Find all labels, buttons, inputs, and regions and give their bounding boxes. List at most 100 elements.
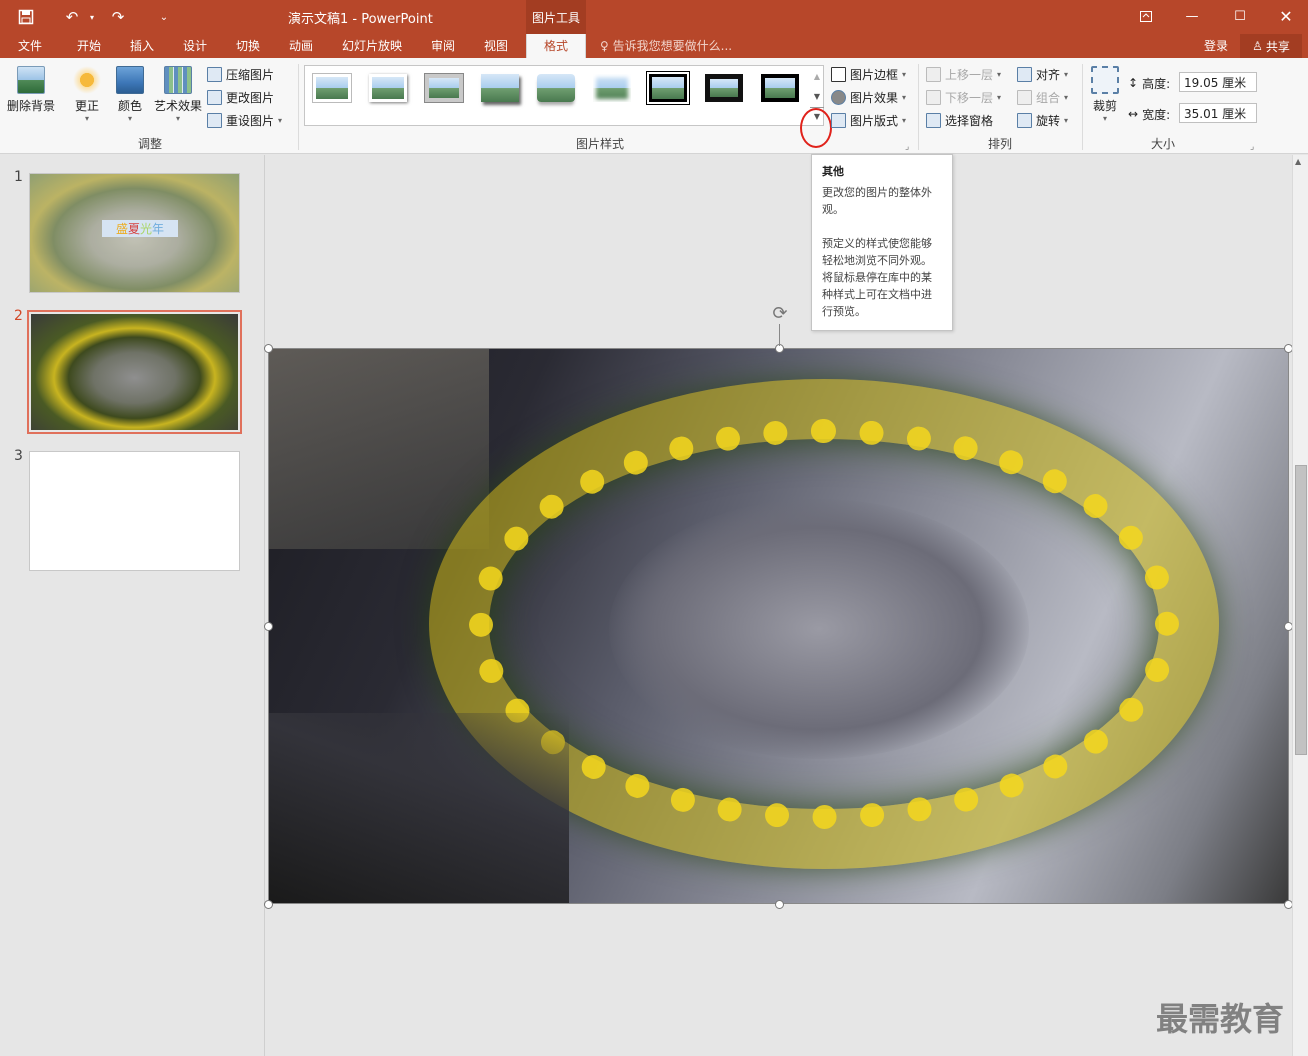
group-divider <box>1082 64 1083 150</box>
selected-picture[interactable] <box>268 348 1289 904</box>
resize-handle-left[interactable] <box>264 622 273 631</box>
tab-insert[interactable]: 插入 <box>130 34 154 58</box>
send-backward-button[interactable]: 下移一层 ▾ <box>926 87 1001 107</box>
tab-design[interactable]: 设计 <box>183 34 207 58</box>
slide-number: 2 <box>14 308 23 324</box>
scrollbar-thumb[interactable] <box>1295 465 1307 755</box>
remove-background-button[interactable]: 删除背景 <box>4 62 58 114</box>
title-char: 光 <box>140 222 153 236</box>
style-thick-matte-black[interactable] <box>702 69 746 107</box>
share-label: 共享 <box>1265 39 1290 54</box>
dialog-launcher-icon[interactable]: ⌟ <box>1250 142 1254 152</box>
login-link[interactable]: 登录 <box>1204 34 1228 58</box>
dialog-launcher-icon[interactable]: ⌟ <box>905 142 909 152</box>
chevron-down-icon: ▾ <box>1064 92 1069 102</box>
reset-picture-button[interactable]: 重设图片 ▾ <box>207 110 282 130</box>
customize-qat-icon[interactable]: ⌄ <box>152 6 176 28</box>
slide-1-background: 盛夏光年 <box>30 174 239 292</box>
tab-format[interactable]: 格式 <box>526 34 586 58</box>
gallery-scroll-up-icon[interactable]: ▲ <box>810 66 824 86</box>
group-label-arrange: 排列 <box>987 137 1012 151</box>
align-button[interactable]: 对齐 ▾ <box>1017 64 1068 84</box>
title-char: 夏 <box>127 222 140 236</box>
chevron-down-icon: ▾ <box>902 69 907 79</box>
scroll-up-icon[interactable]: ▲ <box>1295 157 1301 166</box>
crop-label: 裁剪 <box>1092 99 1117 113</box>
resize-handle-top-left[interactable] <box>264 344 273 353</box>
crop-button[interactable]: 裁剪 ▾ <box>1087 62 1123 123</box>
height-value: 19.05 厘米 <box>1184 75 1247 90</box>
tab-review[interactable]: 审阅 <box>431 34 455 58</box>
style-reflected-rounded[interactable] <box>534 69 578 107</box>
close-icon[interactable]: ✕ <box>1268 4 1304 28</box>
title-char: 盛 <box>115 222 128 236</box>
width-input[interactable]: 35.01 厘米 <box>1179 103 1257 123</box>
picture-effects-label: 图片效果 <box>850 90 899 105</box>
redo-icon[interactable]: ↷ <box>106 6 130 28</box>
style-drop-shadow-rectangle[interactable] <box>478 69 522 107</box>
style-simple-frame-white[interactable] <box>310 69 354 107</box>
artistic-effects-button[interactable]: 艺术效果 ▾ <box>152 62 204 123</box>
save-icon[interactable] <box>14 6 38 28</box>
color-button[interactable]: 颜色 ▾ <box>110 62 150 123</box>
border-icon <box>831 66 846 82</box>
slide-thumbnail-panel: 1 盛夏光年 2 3 <box>0 155 265 1056</box>
tab-view[interactable]: 视图 <box>484 34 508 58</box>
tab-transitions[interactable]: 切换 <box>236 34 260 58</box>
tab-home[interactable]: 开始 <box>77 34 101 58</box>
rotate-button[interactable]: 旋转 ▾ <box>1017 110 1068 130</box>
slide-number: 3 <box>14 448 23 464</box>
style-double-frame-black[interactable] <box>646 69 690 107</box>
group-icon <box>1017 89 1032 105</box>
more-styles-tooltip: 其他 更改您的图片的整体外观。 预定义的样式使您能够轻松地浏览不同外观。将鼠标悬… <box>811 154 953 331</box>
ribbon-display-icon[interactable] <box>1128 4 1164 28</box>
rotate-icon <box>1017 112 1032 128</box>
vertical-scrollbar[interactable]: ▲ <box>1292 155 1308 1056</box>
tab-slideshow[interactable]: 幻灯片放映 <box>342 34 402 58</box>
slide-thumbnail-3[interactable] <box>29 451 240 571</box>
change-picture-button[interactable]: 更改图片 <box>207 87 274 107</box>
compress-icon <box>207 66 222 82</box>
picture-bottom-shadow <box>269 713 569 903</box>
width-icon: ↔ <box>1128 107 1139 121</box>
corrections-button[interactable]: 更正 ▾ <box>66 62 108 123</box>
height-label: 高度: <box>1142 76 1171 91</box>
slide-thumbnail-1[interactable]: 盛夏光年 <box>29 173 240 293</box>
align-icon <box>1017 66 1032 82</box>
remove-background-icon <box>17 66 45 94</box>
maximize-icon[interactable]: ☐ <box>1222 4 1258 28</box>
height-input[interactable]: 19.05 厘米 <box>1179 72 1257 92</box>
chevron-down-icon: ▾ <box>278 115 283 125</box>
selection-pane-button[interactable]: 选择窗格 <box>926 110 993 130</box>
gallery-scroll-down-icon[interactable]: ▼ <box>810 86 824 106</box>
picture-border-button[interactable]: 图片边框 ▾ <box>831 64 906 84</box>
artistic-effects-label: 艺术效果 <box>153 99 202 113</box>
tell-me-box[interactable]: ♀ 告诉我您想要做什么... <box>600 34 732 58</box>
undo-dropdown-icon[interactable]: ▾ <box>80 6 104 28</box>
group-button[interactable]: 组合 ▾ <box>1017 87 1068 107</box>
width-value: 35.01 厘米 <box>1184 106 1247 121</box>
watermark: 最需教育 <box>1156 1000 1285 1038</box>
rotation-handle-line <box>779 324 780 346</box>
share-button[interactable]: ♙ 共享 <box>1240 34 1302 58</box>
slide-thumbnail-2[interactable] <box>31 314 238 430</box>
tab-animations[interactable]: 动画 <box>289 34 313 58</box>
minimize-icon[interactable]: — <box>1174 4 1210 28</box>
style-metal-frame[interactable] <box>422 69 466 107</box>
bring-forward-button[interactable]: 上移一层 ▾ <box>926 64 1001 84</box>
chevron-down-icon: ▾ <box>1064 69 1069 79</box>
style-beveled-matte-white[interactable] <box>366 69 410 107</box>
compress-pictures-button[interactable]: 压缩图片 <box>207 64 274 84</box>
resize-handle-bottom-left[interactable] <box>264 900 273 909</box>
tab-file[interactable]: 文件 <box>18 34 42 58</box>
highlight-circle <box>800 108 832 148</box>
ribbon: 删除背景 更正 ▾ 颜色 ▾ 艺术效果 ▾ 压缩图片 更改图片 重设图片 ▾ 调… <box>0 58 1308 154</box>
sun-icon <box>73 66 101 94</box>
style-simple-frame-black[interactable] <box>758 69 802 107</box>
picture-layout-button[interactable]: 图片版式 ▾ <box>831 110 906 130</box>
chevron-down-icon: ▾ <box>1102 114 1107 123</box>
picture-effects-button[interactable]: 图片效果 ▾ <box>831 87 906 107</box>
resize-handle-bottom[interactable] <box>775 900 784 909</box>
rotation-handle-icon[interactable]: ⟳ <box>769 302 791 324</box>
style-soft-edge-rectangle[interactable] <box>590 69 634 107</box>
